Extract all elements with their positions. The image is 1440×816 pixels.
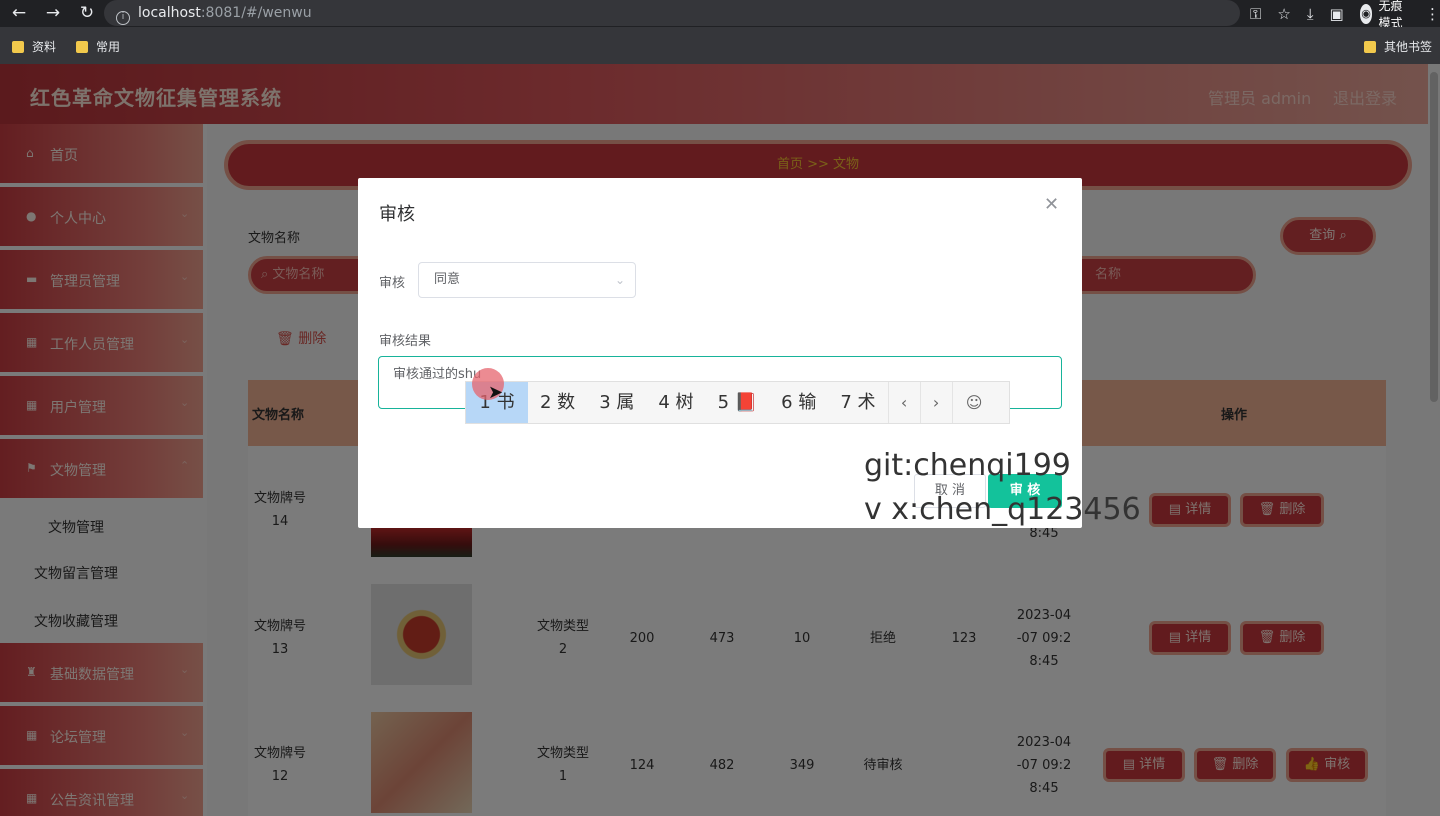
folder-icon <box>12 40 24 53</box>
more-menu-icon[interactable]: ⋮ <box>1425 5 1440 23</box>
mouse-cursor-icon: ➤ <box>488 382 504 403</box>
address-bar[interactable]: i localhost:8081/#/wenwu <box>104 0 1240 26</box>
chevron-down-icon: ⌄ <box>614 273 625 287</box>
star-icon[interactable]: ☆ <box>1277 5 1290 23</box>
browser-toolbar: ← → ↻ i localhost:8081/#/wenwu ⚿ ☆ ⤓ ▣ ◉ 无… <box>0 0 1440 30</box>
sidepanel-icon[interactable]: ▣ <box>1330 5 1344 23</box>
download-icon[interactable]: ⤓ <box>1307 5 1314 23</box>
bookmarks-bar: 资料 常用 其他书签 <box>0 27 1440 64</box>
ime-candidate[interactable]: 7 术 <box>828 382 887 423</box>
incognito-icon: ◉ <box>1359 3 1373 24</box>
watermark-line2: v x:chen_q123456 <box>864 492 1141 527</box>
ime-candidate[interactable]: 4 树 <box>646 382 705 423</box>
ime-prev-icon[interactable]: ‹ <box>887 382 920 423</box>
ime-candidate[interactable]: 2 数 <box>528 382 587 423</box>
emoji-icon[interactable]: ☺ <box>951 382 996 423</box>
reload-icon[interactable]: ↻ <box>76 2 98 24</box>
other-bookmarks[interactable]: 其他书签 <box>1364 38 1432 55</box>
watermark-line1: git:chenqi199 <box>864 448 1071 483</box>
folder-icon <box>76 40 88 53</box>
ime-candidate[interactable]: 6 输 <box>769 382 828 423</box>
info-icon[interactable]: i <box>116 11 130 25</box>
ime-candidate[interactable]: 5 📕 <box>706 382 770 423</box>
incognito-badge[interactable]: ◉ 无痕模式 <box>1359 0 1409 31</box>
close-icon[interactable]: ✕ <box>1044 194 1059 215</box>
review-label: 审核 <box>379 276 406 291</box>
ime-candidate[interactable]: 3 属 <box>587 382 646 423</box>
result-label: 审核结果 <box>379 334 432 349</box>
review-select[interactable]: 同意 ⌄ <box>418 262 636 298</box>
dialog-title: 审核 <box>379 204 415 225</box>
forward-icon[interactable]: → <box>42 2 64 24</box>
ime-next-icon[interactable]: › <box>919 382 952 423</box>
ime-candidate-bar: 1 书 2 数 3 属 4 树 5 📕 6 输 7 术 ‹ › ☺ <box>465 381 1010 424</box>
folder-icon <box>1364 40 1376 53</box>
bookmark-folder[interactable]: 常用 <box>76 38 120 55</box>
back-icon[interactable]: ← <box>8 2 30 24</box>
key-icon[interactable]: ⚿ <box>1250 5 1261 23</box>
bookmark-folder[interactable]: 资料 <box>12 38 56 55</box>
